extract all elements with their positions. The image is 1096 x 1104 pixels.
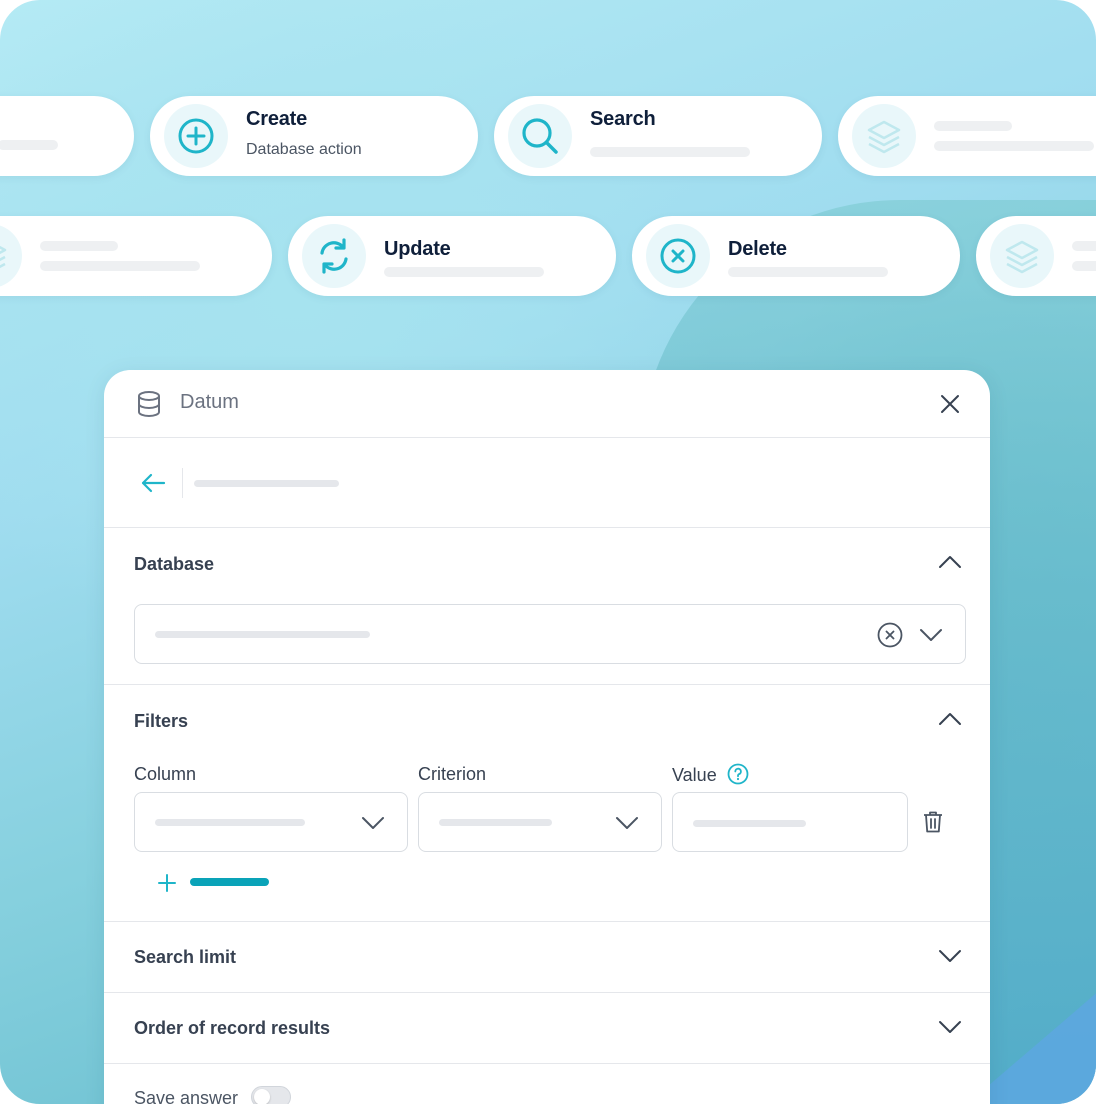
column-label: Column — [134, 764, 197, 784]
criterion-label: Criterion — [418, 764, 487, 784]
section-divider — [104, 527, 990, 528]
search-icon — [508, 104, 572, 168]
x-circle-icon — [646, 224, 710, 288]
section-title-database: Database — [134, 554, 215, 574]
chevron-down-icon — [361, 815, 385, 831]
back-arrow-icon[interactable] — [140, 472, 166, 494]
close-icon[interactable] — [938, 392, 962, 416]
layers-icon — [990, 224, 1054, 288]
panel-header: Datum — [104, 370, 990, 438]
datum-panel: Datum Database Filters Column Criterion … — [104, 370, 990, 1104]
chevron-down-icon[interactable] — [919, 627, 943, 643]
value-input[interactable] — [672, 792, 908, 852]
placeholder-line — [0, 140, 58, 150]
placeholder-line — [590, 147, 750, 157]
chevron-down-icon[interactable] — [938, 1019, 962, 1035]
chevron-up-icon[interactable] — [938, 554, 962, 570]
chevron-down-icon[interactable] — [938, 948, 962, 964]
section-divider — [104, 992, 990, 993]
background-stage: Create Database action Search Update Del… — [0, 0, 1096, 1104]
action-card-delete[interactable]: Delete — [632, 216, 960, 296]
section-divider — [104, 1063, 990, 1064]
layers-icon — [0, 224, 22, 288]
section-divider — [104, 684, 990, 685]
select-placeholder — [439, 819, 552, 826]
add-filter-button[interactable] — [156, 872, 178, 894]
action-card-partial-right[interactable] — [976, 216, 1096, 296]
chevron-up-icon[interactable] — [938, 711, 962, 727]
section-title-search-limit[interactable]: Search limit — [134, 947, 236, 968]
action-title: Create — [246, 108, 308, 130]
placeholder-line — [934, 121, 1012, 131]
save-answer-label: Save answer — [134, 1088, 239, 1104]
placeholder-line — [1072, 261, 1096, 271]
section-title-order[interactable]: Order of record results — [134, 1018, 330, 1039]
section-divider — [104, 921, 990, 922]
action-card-search[interactable]: Search — [494, 96, 822, 176]
save-answer-toggle[interactable] — [251, 1086, 291, 1104]
select-placeholder — [155, 631, 370, 638]
layers-icon — [852, 104, 916, 168]
action-card-update[interactable]: Update — [288, 216, 616, 296]
placeholder-line — [40, 241, 118, 251]
vertical-divider — [182, 468, 183, 498]
database-select[interactable] — [134, 604, 966, 664]
toggle-knob — [254, 1089, 270, 1104]
action-title: Delete — [728, 238, 787, 260]
placeholder-line — [384, 267, 544, 277]
placeholder-line — [40, 261, 200, 271]
action-card-partial-left[interactable] — [0, 216, 272, 296]
chevron-down-icon — [615, 815, 639, 831]
value-label: Value — [672, 765, 717, 785]
clear-icon[interactable] — [877, 622, 903, 648]
action-subtitle: Database action — [246, 141, 362, 158]
panel-title: Datum — [180, 391, 239, 413]
plus-icon — [158, 874, 176, 892]
action-card-create[interactable]: Create Database action — [150, 96, 478, 176]
help-icon[interactable] — [727, 763, 749, 785]
plus-circle-icon — [164, 104, 228, 168]
select-placeholder — [155, 819, 305, 826]
input-placeholder — [693, 820, 806, 827]
action-title: Update — [384, 238, 451, 260]
placeholder-line — [934, 141, 1094, 151]
section-title-filters: Filters — [134, 711, 189, 731]
criterion-select[interactable] — [418, 792, 662, 852]
refresh-icon — [302, 224, 366, 288]
trash-icon[interactable] — [922, 810, 944, 834]
database-icon — [136, 390, 162, 418]
add-filter-label-placeholder[interactable] — [190, 878, 269, 886]
placeholder-line — [728, 267, 888, 277]
column-select[interactable] — [134, 792, 408, 852]
action-card-partial-left[interactable] — [0, 96, 134, 176]
breadcrumb-placeholder — [194, 480, 339, 487]
placeholder-line — [1072, 241, 1096, 251]
action-card-partial-right[interactable] — [838, 96, 1096, 176]
action-title: Search — [590, 108, 656, 130]
